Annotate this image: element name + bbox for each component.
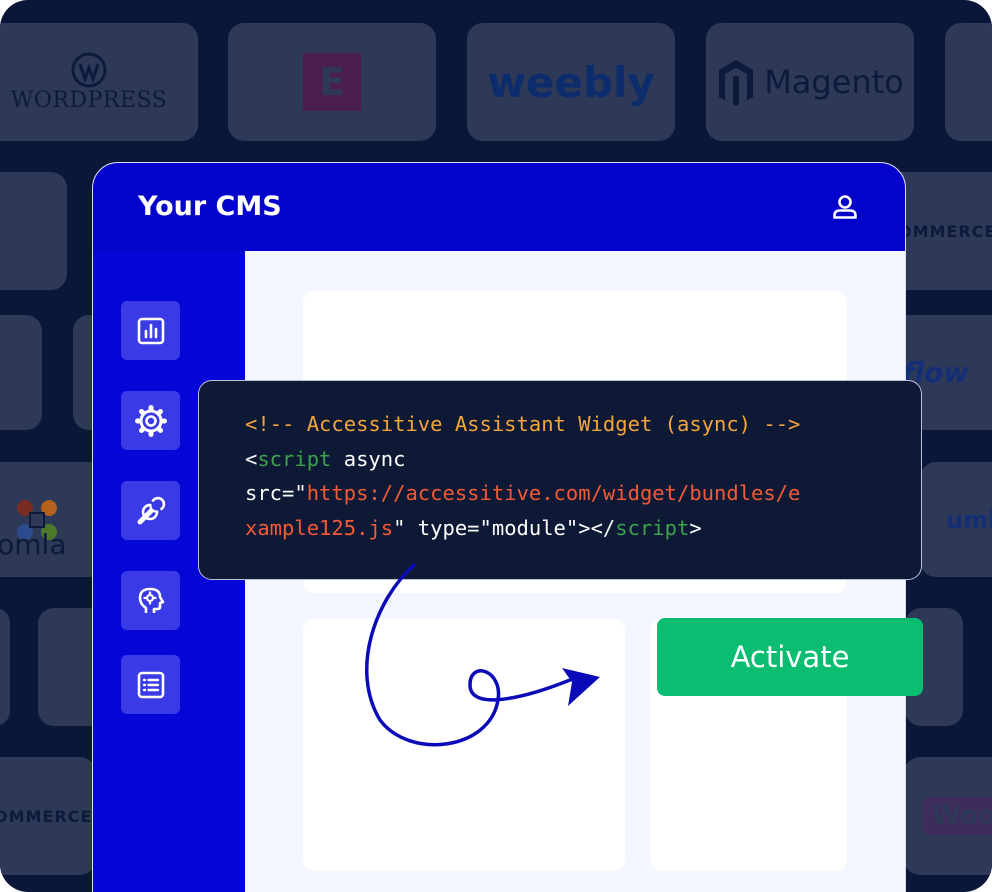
cms-header: Your CMS: [93, 163, 905, 251]
commerce-logo-tile-bottom: OMMERCE: [0, 757, 96, 875]
elementor-logo-text: E: [319, 60, 345, 104]
settings-icon: [134, 404, 167, 437]
code-url-line2: xample125.js: [245, 515, 394, 540]
list-icon: [137, 671, 164, 698]
sidebar-settings-button[interactable]: [121, 391, 180, 450]
code-lt: <: [245, 446, 258, 471]
weebly-logo-text: weebly: [487, 57, 655, 107]
magento-icon: [719, 60, 754, 106]
sidebar-tools-button[interactable]: [121, 481, 180, 540]
code-tag-close: script: [615, 515, 690, 540]
wordpress-logo-text: WordPress: [10, 87, 168, 113]
woo-logo-badge: Woo: [922, 797, 992, 835]
code-gt: >: [689, 515, 702, 540]
analytics-icon: [137, 317, 164, 344]
wordpress-logo-tile: WordPress: [0, 23, 198, 141]
code-comment: <!-- Accessitive Assistant Widget (async…: [245, 412, 801, 436]
partial-logo-tile-top-right: [945, 23, 992, 141]
partial-logo-tile-left-2: [0, 172, 67, 290]
tools-icon: [137, 496, 165, 524]
ai-head-icon: [138, 587, 164, 613]
code-after-url: " type="module"></: [393, 515, 616, 540]
commerce-logo-text-top: OMMERCE: [898, 221, 992, 241]
elementor-icon: E: [303, 53, 361, 111]
user-icon[interactable]: [831, 193, 859, 221]
cms-title: Your CMS: [138, 191, 282, 222]
partial-logo-tile-left-5: [0, 608, 10, 726]
code-url-line1: https://accessitive.com/widget/bundles/e: [306, 481, 801, 505]
joomla-logo-text: oomla: [0, 528, 67, 561]
umbraco-logo-tile: umb: [920, 462, 992, 577]
woo-logo-text: Woo: [932, 801, 992, 831]
wordpress-icon: [71, 52, 107, 87]
magento-logo-text: Magento: [764, 63, 904, 101]
canvas: WordPress E weebly Magento OMMERCE flow …: [0, 0, 992, 892]
code-src-attr: src=": [245, 481, 307, 505]
magento-logo-tile: Magento: [706, 23, 914, 141]
sidebar-list-button[interactable]: [121, 655, 180, 714]
weebly-logo-tile: weebly: [467, 23, 675, 141]
commerce-logo-text-bottom: OMMERCE: [0, 806, 93, 826]
code-tag-open: script: [257, 446, 332, 471]
partial-logo-tile-left-3: [0, 315, 42, 430]
curly-arrow: [365, 563, 600, 747]
woo-logo-tile: Woo: [904, 757, 992, 875]
umbraco-logo-text: umb: [946, 505, 992, 534]
elementor-logo-tile: E: [228, 23, 436, 141]
code-snippet[interactable]: <!-- Accessitive Assistant Widget (async…: [198, 380, 922, 580]
sidebar-ai-button[interactable]: [121, 571, 180, 630]
activate-button[interactable]: Activate: [657, 618, 923, 696]
code-async: async: [331, 446, 406, 471]
sidebar-analytics-button[interactable]: [121, 301, 180, 360]
